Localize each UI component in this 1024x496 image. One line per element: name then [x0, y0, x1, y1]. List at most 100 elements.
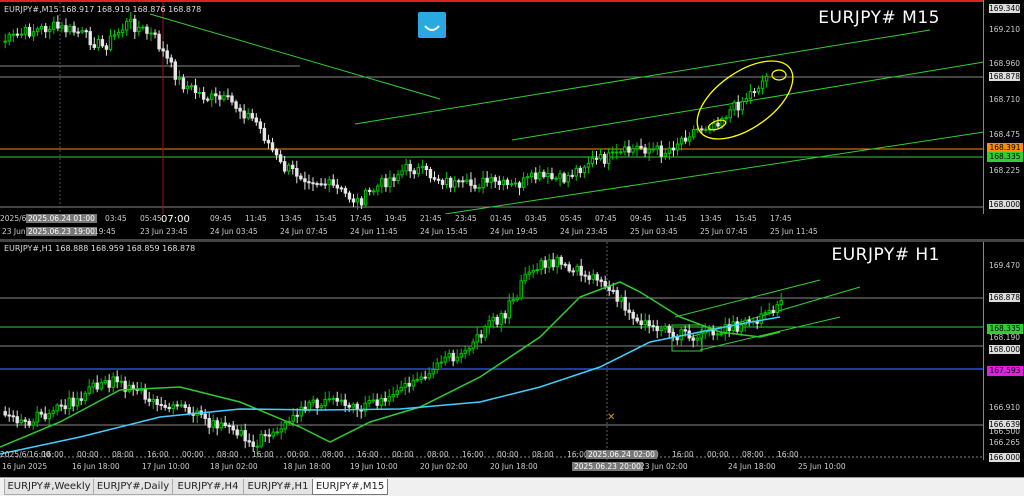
candle-body: [551, 259, 555, 268]
candle-body: [391, 394, 395, 398]
candle-body: [71, 397, 75, 407]
candle-body: [747, 319, 751, 322]
time-label: 15:45: [735, 214, 757, 223]
candle-body: [222, 95, 226, 100]
candle-body: [643, 147, 647, 154]
candle-body: [259, 434, 263, 447]
candle-body: [443, 356, 447, 363]
candle-body: [384, 178, 388, 188]
h1-time-axis[interactable]: 2025/6/16:00 16:00 00:00 08:00 16:00 00:00 08:…: [0, 450, 984, 476]
candle-body: [627, 309, 631, 313]
candle-body: [543, 260, 547, 268]
candle-body: [594, 157, 599, 160]
candle-body: [499, 313, 503, 325]
candle-body: [274, 149, 279, 156]
time-label: 00:00: [707, 450, 729, 459]
price-label: 166.910: [988, 403, 1020, 412]
candle-body: [748, 91, 753, 100]
h1-price-scale[interactable]: 169.470 168.878 168.190 168.000 166.910 166.6…: [983, 242, 1024, 464]
candle-body: [250, 113, 254, 119]
date-label: 18 Jun 02:00: [210, 462, 258, 471]
candle-body: [427, 373, 431, 379]
m15-price-scale[interactable]: 169.340 169.210 168.960 168.878 168.710 168.4…: [983, 0, 1024, 228]
h1-chart-panel[interactable]: ✕ EURJPY#,H1 168.888 168.959 168.859 168…: [0, 242, 984, 464]
candle-body: [279, 428, 283, 433]
tab-daily[interactable]: EURJPY#,Daily: [93, 479, 173, 495]
candle-body: [131, 384, 135, 390]
candle-body: [239, 430, 243, 436]
candle-body: [719, 333, 723, 336]
price-label: 168.710: [988, 95, 1020, 104]
candle-body: [775, 304, 779, 313]
tab-m15[interactable]: EURJPY#,M15: [312, 479, 388, 495]
m15-chart-panel[interactable]: EURJPY#,M15 168.917 168.919 168.876 168.…: [0, 0, 984, 228]
candle-body: [60, 25, 64, 29]
candle-body: [493, 177, 497, 182]
candle-body: [183, 404, 187, 408]
time-label: 00:00: [497, 450, 519, 459]
time-label: 11:45: [665, 214, 687, 223]
candle-body: [595, 274, 599, 281]
candle-body: [95, 382, 99, 390]
candle-body: [420, 165, 425, 169]
candle-body: [83, 392, 87, 401]
candle-body: [431, 368, 435, 375]
candle-body: [375, 399, 379, 406]
candle-body: [380, 178, 384, 187]
trendline: [149, 13, 441, 100]
candle-body: [159, 404, 163, 407]
time-label: 03:45: [105, 214, 127, 223]
m15-chart-canvas[interactable]: [0, 2, 984, 228]
candle-body: [157, 33, 161, 50]
candle-body: [439, 361, 443, 364]
time-label: 15:45: [315, 214, 337, 223]
candle-body: [627, 146, 631, 153]
candle-body: [578, 167, 582, 174]
candle-body: [559, 256, 563, 265]
candle-body: [115, 376, 119, 383]
candle-body: [591, 274, 595, 280]
candle-body: [692, 129, 696, 138]
candle-body: [258, 121, 263, 129]
date-label: 16 Jun 18:00: [72, 462, 120, 471]
candle-body: [11, 33, 16, 36]
app-logo-icon[interactable]: [418, 12, 446, 38]
channel-line: [444, 131, 984, 215]
candle-body: [79, 398, 83, 401]
candle-body: [419, 376, 423, 380]
candle-body: [571, 270, 575, 273]
candle-body: [291, 164, 295, 170]
candle-body: [107, 380, 111, 388]
candle-body: [31, 421, 35, 426]
candle-body: [15, 416, 19, 424]
candle-body: [736, 101, 740, 111]
price-label: 168.000: [988, 345, 1020, 354]
candle-body: [388, 177, 392, 188]
tab-h1[interactable]: EURJPY#,H1: [243, 479, 313, 495]
candle-body: [771, 309, 775, 313]
candle-body: [165, 50, 169, 59]
h1-chart-canvas[interactable]: ✕: [0, 242, 984, 464]
candle-body: [411, 379, 415, 387]
candle-body: [611, 289, 615, 292]
tab-h4[interactable]: EURJPY#,H4: [172, 479, 244, 495]
candle-body: [52, 21, 56, 30]
date-label: 17 Jun 10:00: [142, 462, 190, 471]
candle-body: [683, 137, 688, 142]
candle-body: [497, 180, 502, 185]
m15-time-axis[interactable]: 03:45 05:45 09:45 11:45 13:45 15:45 17:45 19:45…: [0, 214, 984, 240]
candle-body: [367, 400, 371, 404]
candle-body: [275, 431, 279, 434]
date-label: 23 Jun 23:45: [140, 227, 188, 236]
candle-body: [23, 419, 27, 422]
candle-body: [169, 57, 173, 63]
candle-body: [84, 30, 88, 33]
candle-body: [651, 325, 655, 328]
candle-body: [479, 334, 483, 338]
date-label: 24 Jun 15:45: [420, 227, 468, 236]
candle-body: [387, 396, 391, 402]
candle-body: [315, 399, 319, 409]
candle-body: [538, 171, 542, 180]
candle-body: [103, 380, 107, 384]
tab-weekly[interactable]: EURJPY#,Weekly: [4, 479, 94, 495]
